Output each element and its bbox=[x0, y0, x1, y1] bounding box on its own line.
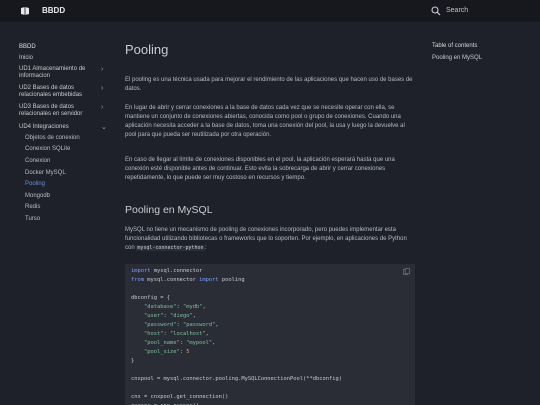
sidebar-subitem[interactable]: Mongodb bbox=[25, 193, 50, 200]
code-line: "host": "localhost", bbox=[143, 331, 209, 337]
paragraph-mysql: MySQL no tiene un mecanismo de pooling d… bbox=[125, 226, 415, 253]
chevron-down-icon[interactable]: ⌄ bbox=[101, 123, 107, 131]
code-line: "password": "password", bbox=[143, 322, 219, 328]
chevron-right-icon[interactable]: › bbox=[101, 104, 103, 111]
code-line: dbconfig = { bbox=[131, 295, 170, 301]
sidebar-item-ud3[interactable]: UD3 Bases de datos relacionales en servi… bbox=[19, 104, 101, 118]
sidebar-subitem[interactable]: Turso bbox=[25, 216, 40, 223]
sidebar-subitem[interactable]: Redis bbox=[25, 204, 40, 211]
paragraph-description: En lugar de abrir y cerrar conexiones a … bbox=[125, 105, 405, 138]
page-title: Pooling bbox=[125, 42, 169, 57]
code-line: } bbox=[131, 358, 135, 364]
nav-title[interactable]: BBDD bbox=[19, 44, 36, 50]
code-line: cnx = cnxpool.get_connection() bbox=[131, 394, 229, 400]
sidebar-item-ud4[interactable]: UD4 Integraciones bbox=[19, 124, 101, 131]
sidebar-subitem[interactable]: Docker MySQL bbox=[25, 170, 66, 177]
sidebar-subitem-active[interactable]: Pooling bbox=[25, 181, 45, 188]
top-header: BBDD Search bbox=[0, 0, 540, 22]
search-icon bbox=[431, 6, 441, 16]
sidebar-subitem[interactable]: Objetos de conexion bbox=[25, 135, 80, 142]
sidebar-subitem[interactable]: Conexion SQLite bbox=[25, 146, 70, 153]
code-block[interactable]: import mysql.connector from mysql.connect… bbox=[125, 264, 415, 405]
code-line: "database": "mydb", bbox=[143, 304, 206, 310]
paragraph-text-end: : bbox=[204, 245, 207, 251]
code-line: from mysql.connector import pooling bbox=[131, 277, 245, 283]
copy-icon[interactable] bbox=[403, 268, 410, 275]
code-line: cnxpool = mysql.connector.pooling.MySQLC… bbox=[131, 376, 342, 382]
search-label: Search bbox=[446, 7, 469, 14]
code-line: "pool_size": 5 bbox=[143, 349, 190, 355]
code-line: import mysql.connector bbox=[131, 268, 203, 274]
code-line: "pool_name": "mypool", bbox=[143, 340, 216, 346]
paragraph-intro: El pooling es una técnica usada para mej… bbox=[125, 77, 413, 92]
inline-code: mysql-connector-python bbox=[136, 245, 205, 251]
sidebar-item-inicio[interactable]: Inicio bbox=[19, 55, 101, 62]
search-box[interactable]: Search bbox=[422, 2, 540, 20]
chevron-right-icon[interactable]: › bbox=[101, 85, 103, 92]
chevron-right-icon[interactable]: › bbox=[101, 66, 103, 73]
toc-title: Table of contents bbox=[432, 43, 478, 49]
book-logo-icon[interactable] bbox=[20, 6, 30, 16]
toc-item[interactable]: Pooling en MySQL bbox=[432, 55, 482, 61]
sidebar-item-ud2[interactable]: UD2 Bases de datos relacionales embebida… bbox=[19, 85, 101, 99]
paragraph-limit: En caso de llegar al límite de conexione… bbox=[125, 157, 395, 181]
sidebar-subitem[interactable]: Conexion bbox=[25, 158, 50, 165]
site-title[interactable]: BBDD bbox=[42, 6, 65, 15]
sidebar-item-ud1[interactable]: UD1 Almacenamiento de informacion bbox=[19, 66, 101, 80]
code-line: "user": "diego", bbox=[143, 313, 196, 319]
section-heading: Pooling en MySQL bbox=[125, 204, 213, 216]
